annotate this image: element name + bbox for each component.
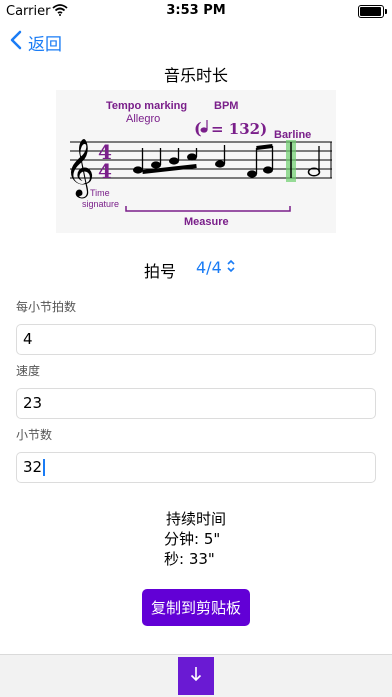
time-signature-select[interactable]: 4/4 <box>196 258 236 277</box>
music-notation-diagram: 𝄞 4 4 Tempo marking Allegro BPM (= 132)… <box>56 90 336 233</box>
notes-quarter <box>215 144 274 178</box>
bpm-label: BPM <box>214 100 238 112</box>
tempo-label: 速度 <box>16 364 41 378</box>
time-signature-value: 4/4 <box>196 258 222 277</box>
bpm-open-paren: ( <box>194 119 202 138</box>
barline-label: Barline <box>274 129 311 141</box>
duration-heading: 持续时间 <box>165 510 226 528</box>
time-signature-label-cn: 拍号 <box>144 262 177 281</box>
text-cursor <box>43 459 46 476</box>
copy-to-clipboard-button[interactable]: 复制到剪贴板 <box>142 589 250 626</box>
tempo-value-label: Allegro <box>126 113 160 125</box>
status-bar: Carrier 3:53 PM <box>0 0 392 22</box>
measures-label: 小节数 <box>16 428 53 442</box>
time-signature-row: 拍号 4/4 <box>0 256 392 281</box>
status-time: 3:53 PM <box>166 3 226 18</box>
scroll-down-button[interactable] <box>178 657 214 695</box>
page-title: 音乐时长 <box>163 66 228 85</box>
measure-bracket <box>125 206 291 212</box>
arrow-down-icon <box>190 666 202 686</box>
time-signature-label-2: signature <box>82 199 119 209</box>
measure-label: Measure <box>184 216 229 228</box>
duration-seconds: 秒: 33" <box>164 550 215 568</box>
tempo-input[interactable]: 23 <box>16 388 376 419</box>
chevron-up-down-icon <box>222 258 236 277</box>
time-signature-label: Time <box>90 188 110 198</box>
time-sig-bottom: 4 <box>98 159 112 183</box>
measures-value: 32 <box>23 458 43 476</box>
measures-input[interactable]: 32 <box>16 452 376 483</box>
duration-result: 持续时间 <box>0 508 392 529</box>
battery-icon <box>358 5 387 18</box>
duration-minutes: 分钟: 5" <box>164 530 221 548</box>
beats-per-measure-value: 4 <box>23 330 33 348</box>
beats-per-measure-label: 每小节拍数 <box>16 300 77 314</box>
tempo-value: 23 <box>23 394 43 412</box>
back-label: 返回 <box>28 35 62 55</box>
tempo-marking-label: Tempo marking <box>106 100 187 112</box>
bpm-value: = 132) <box>211 120 267 138</box>
chevron-left-icon <box>10 30 28 55</box>
beats-per-measure-input[interactable]: 4 <box>16 324 376 355</box>
back-button[interactable]: 返回 <box>10 30 62 55</box>
